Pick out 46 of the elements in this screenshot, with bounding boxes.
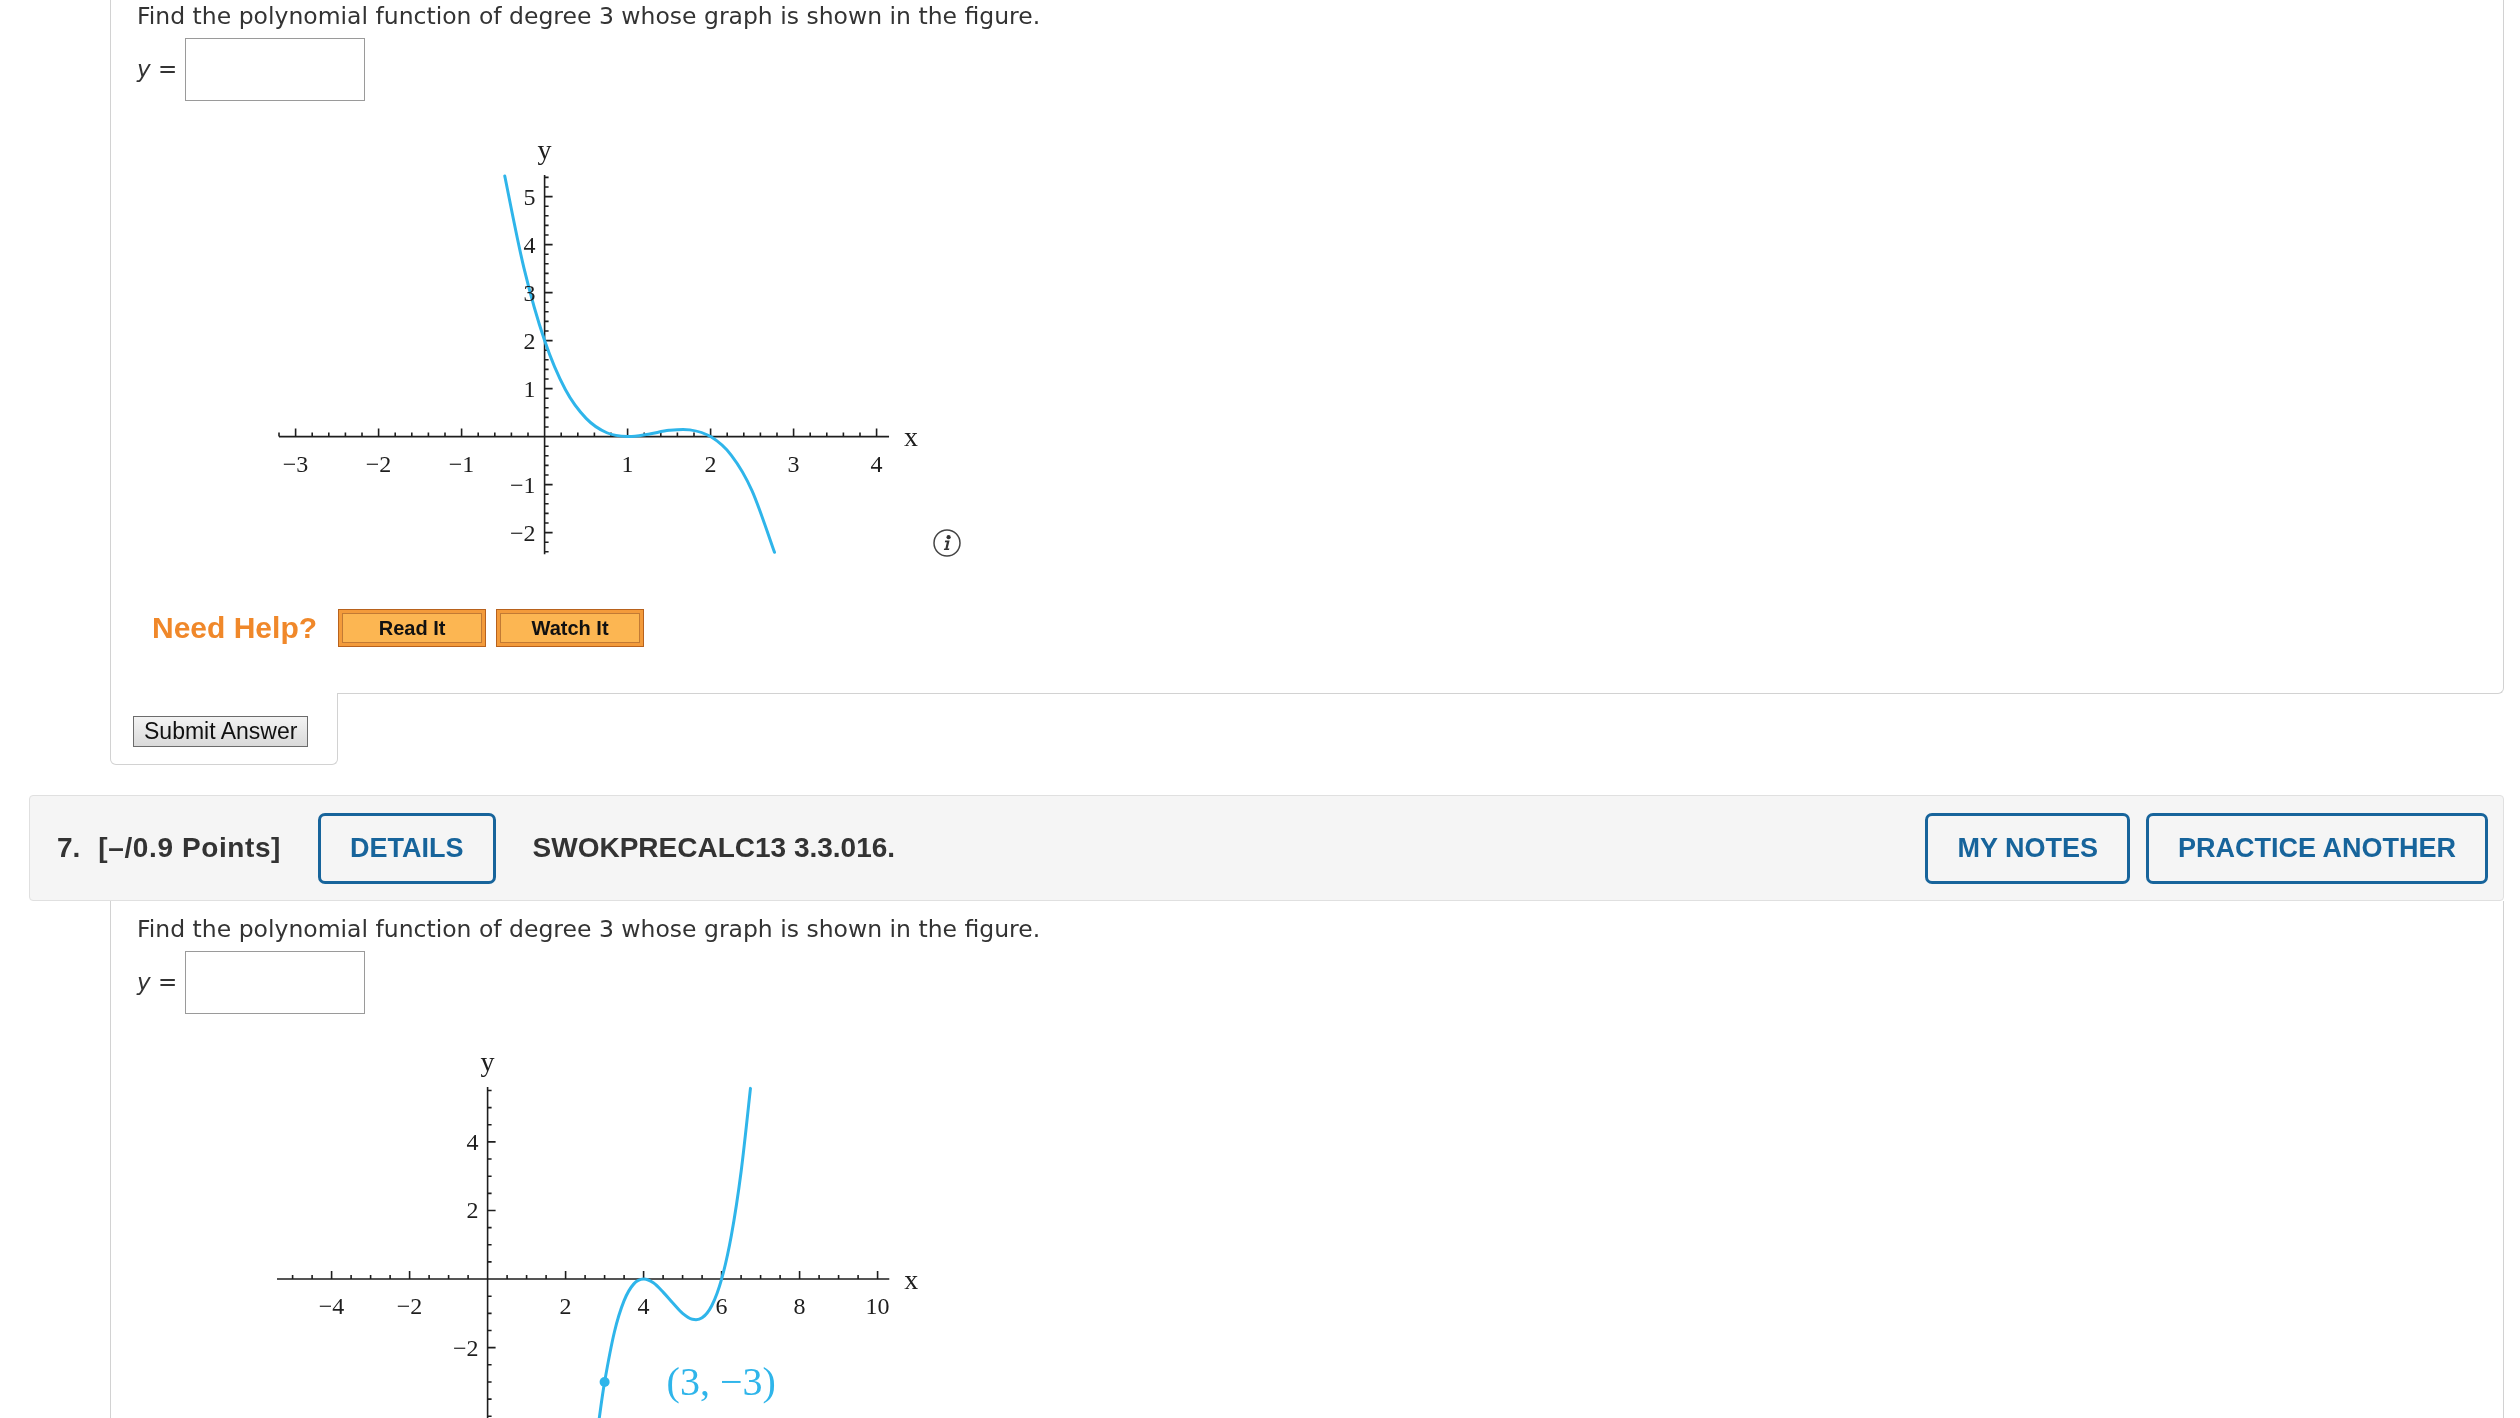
question-code: SWOKPRECALC13 3.3.016.: [532, 832, 896, 865]
tick-label: 8: [793, 1293, 806, 1320]
info-icon[interactable]: [933, 529, 962, 558]
question-text: Find the polynomial function of degree 3 whose graph is shown in the figure.: [137, 2, 1042, 31]
practice-button[interactable]: PRACTICE ANOTHER: [2146, 812, 2488, 884]
help-label: Need Help?: [152, 611, 318, 646]
details-button[interactable]: DETAILS: [318, 812, 496, 884]
axis-title: x: [904, 421, 919, 453]
tick-label: −2: [365, 450, 392, 477]
tick-label: 1: [621, 450, 634, 477]
question-text: Find the polynomial function of degree 3 whose graph is shown in the figure.: [137, 915, 1042, 945]
tick-label: 2: [559, 1293, 572, 1320]
submit-button[interactable]: Submit Answer: [133, 716, 309, 748]
point-label: (3, −3): [666, 1359, 776, 1405]
answer-label: y =: [137, 55, 178, 84]
tick-label: 2: [704, 450, 717, 477]
tick-label: 4: [870, 450, 883, 477]
tick-label: 4: [466, 1129, 479, 1156]
axis-title: x: [904, 1263, 919, 1295]
points-label: [–/0.9 Points]: [98, 832, 282, 865]
tick-label: 1: [523, 375, 536, 402]
point-marker-icon: [599, 1377, 610, 1388]
tick-label: 5: [523, 183, 536, 210]
tick-label: 3: [787, 450, 800, 477]
tick-label: 4: [637, 1293, 650, 1320]
tick-label: 2: [466, 1197, 479, 1224]
tick-label: −2: [396, 1293, 423, 1320]
help-button[interactable]: Watch It: [496, 609, 645, 648]
tick-label: −2: [453, 1334, 479, 1361]
tick-label: −2: [510, 519, 536, 546]
tick-label: −1: [510, 471, 536, 498]
tick-label: −3: [282, 450, 309, 477]
answer-label: y =: [137, 968, 178, 998]
axis-title: y: [537, 134, 552, 166]
tick-label: 6: [715, 1293, 728, 1320]
answer-field[interactable]: [185, 951, 366, 1015]
tick-label: 2: [523, 327, 536, 354]
tick-label: 10: [865, 1293, 890, 1320]
answer-field[interactable]: [185, 38, 366, 101]
help-button[interactable]: Read It: [338, 609, 487, 648]
axis-title: y: [480, 1046, 495, 1078]
question-number: 7.: [57, 832, 81, 865]
notes-button[interactable]: MY NOTES: [1925, 812, 2130, 884]
tick-label: −1: [448, 450, 475, 477]
tick-label: 4: [523, 231, 536, 258]
tick-label: −4: [318, 1293, 345, 1320]
